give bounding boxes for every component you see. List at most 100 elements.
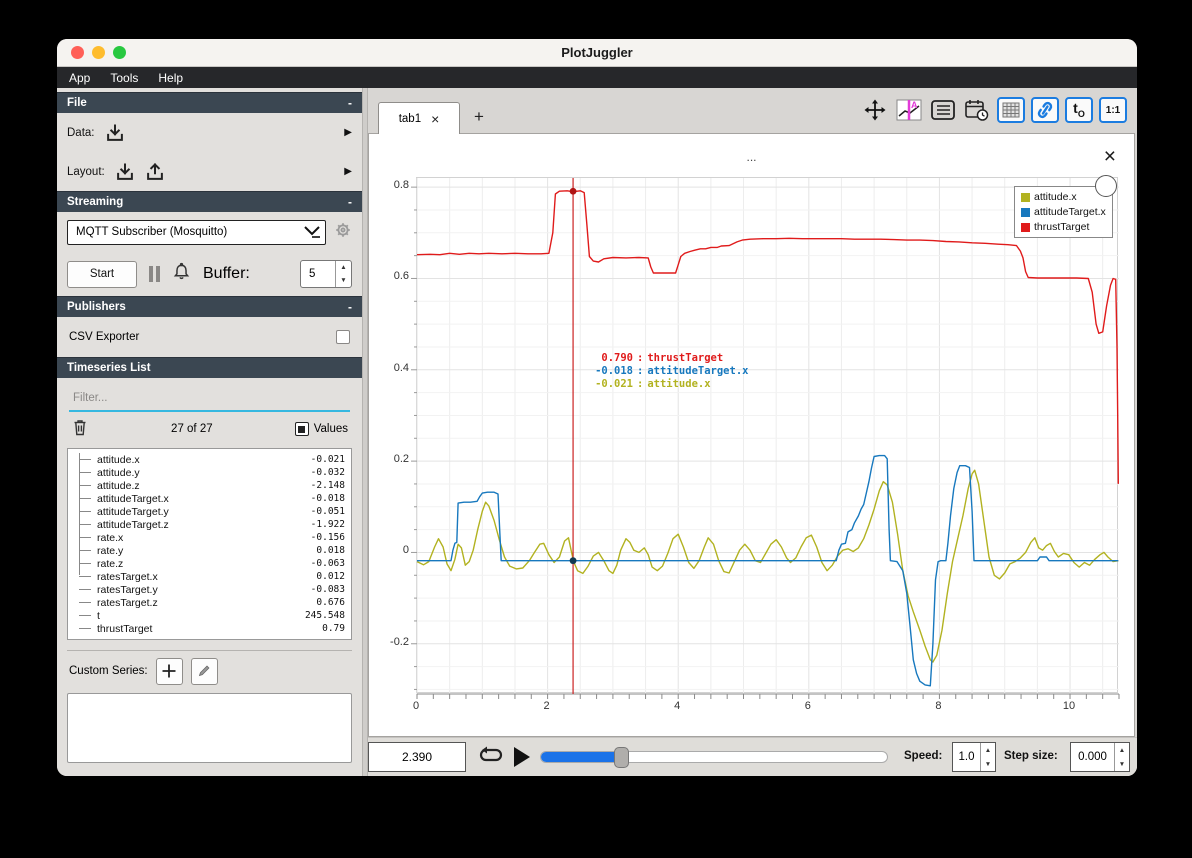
layout-menu-arrow-icon[interactable]: ▶ bbox=[344, 166, 352, 177]
list-item[interactable]: attitude.x -0.021 bbox=[68, 453, 345, 466]
legend-item[interactable]: attitude.x bbox=[1021, 191, 1106, 203]
list-item[interactable]: rate.x -0.156 bbox=[68, 531, 345, 544]
loop-icon[interactable] bbox=[478, 746, 504, 773]
spin-up-icon[interactable]: ▲ bbox=[336, 261, 351, 274]
publishers-section-header[interactable]: Publishers - bbox=[57, 296, 362, 317]
list-item[interactable]: attitude.z -2.148 bbox=[68, 479, 345, 492]
y-tick-label: 0.6 bbox=[393, 270, 409, 283]
grid-layout-icon[interactable] bbox=[997, 97, 1025, 123]
add-tab-button[interactable]: + bbox=[474, 107, 484, 127]
layout-load-icon[interactable] bbox=[115, 162, 135, 182]
tab-tab1[interactable]: tab1 × bbox=[378, 102, 460, 134]
spin-down-icon[interactable]: ▼ bbox=[1115, 757, 1129, 771]
pencil-icon bbox=[198, 665, 210, 677]
play-button[interactable] bbox=[514, 747, 530, 767]
list-item[interactable]: attitudeTarget.z -1.922 bbox=[68, 518, 345, 531]
list-item[interactable]: thrustTarget 0.79 bbox=[68, 622, 345, 635]
zoom-reset-circle[interactable] bbox=[1095, 175, 1117, 197]
values-label: Values bbox=[313, 423, 348, 435]
timeline-slider[interactable] bbox=[540, 747, 888, 768]
series-value: -1.922 bbox=[310, 519, 345, 530]
timeseries-section-header[interactable]: Timeseries List bbox=[57, 357, 362, 378]
values-checkbox[interactable] bbox=[294, 422, 309, 436]
layout-save-icon[interactable] bbox=[145, 162, 165, 182]
current-time-field[interactable]: 2.390 bbox=[368, 742, 466, 772]
list-item[interactable]: t 245.548 bbox=[68, 609, 345, 622]
list-item[interactable]: attitude.y -0.032 bbox=[68, 466, 345, 479]
list-item[interactable]: ratesTarget.x 0.012 bbox=[68, 570, 345, 583]
streaming-settings-gear-icon[interactable] bbox=[334, 221, 352, 244]
delete-trash-icon[interactable] bbox=[71, 418, 89, 440]
timeseries-list[interactable]: attitude.x -0.021 attitude.y -0.032 attitude… bbox=[67, 448, 352, 640]
add-custom-series-button[interactable] bbox=[155, 657, 183, 685]
list-item[interactable]: ratesTarget.y -0.083 bbox=[68, 583, 345, 596]
data-import-icon[interactable] bbox=[105, 123, 125, 143]
spin-down-icon[interactable]: ▼ bbox=[336, 274, 351, 287]
series-name: attitudeTarget.z bbox=[97, 518, 169, 531]
spin-up-icon[interactable]: ▲ bbox=[1115, 743, 1129, 757]
collapse-icon[interactable]: - bbox=[348, 96, 352, 110]
series-value: -0.051 bbox=[310, 506, 345, 517]
time-offset-icon[interactable]: tO bbox=[1065, 97, 1093, 123]
streaming-source-value: MQTT Subscriber (Mosquitto) bbox=[76, 226, 228, 238]
y-tick-label: 0 bbox=[402, 544, 409, 557]
series-value: 0.79 bbox=[322, 623, 345, 634]
pause-icon[interactable] bbox=[149, 266, 160, 282]
series-name: rate.z bbox=[97, 557, 124, 570]
spin-down-icon[interactable]: ▼ bbox=[981, 757, 995, 771]
streaming-source-select[interactable]: MQTT Subscriber (Mosquitto) bbox=[67, 219, 326, 245]
streaming-section-header[interactable]: Streaming - bbox=[57, 191, 362, 212]
series-name: rate.x bbox=[97, 531, 124, 544]
ratio-1-1-icon[interactable]: 1:1 bbox=[1099, 97, 1127, 123]
plot-canvas[interactable] bbox=[411, 177, 1120, 699]
series-value: 0.012 bbox=[316, 571, 345, 582]
zoom-area-icon[interactable]: A bbox=[895, 97, 923, 123]
series-name: ratesTarget.y bbox=[97, 583, 158, 596]
legend-list-icon[interactable] bbox=[929, 97, 957, 123]
legend-item[interactable]: attitudeTarget.x bbox=[1021, 206, 1106, 218]
list-item[interactable]: attitudeTarget.x -0.018 bbox=[68, 492, 345, 505]
menu-app[interactable]: App bbox=[69, 71, 90, 85]
plot-close-icon[interactable]: × bbox=[1104, 146, 1116, 167]
tree-branch bbox=[79, 550, 91, 551]
tree-branch bbox=[79, 498, 91, 499]
chevron-down-icon bbox=[304, 226, 320, 238]
list-item[interactable]: rate.z -0.063 bbox=[68, 557, 345, 570]
csv-exporter-checkbox[interactable] bbox=[336, 330, 350, 344]
edit-custom-series-button[interactable] bbox=[190, 657, 218, 685]
streaming-controls-row: Start Buffer: 5 ▲ ▼ bbox=[57, 252, 362, 296]
start-button[interactable]: Start bbox=[67, 260, 137, 288]
tree-branch bbox=[79, 589, 91, 590]
step-size-spinbox[interactable]: 0.000 ▲ ▼ bbox=[1070, 742, 1130, 772]
legend-label: attitudeTarget.x bbox=[1034, 206, 1106, 218]
tab-close-icon[interactable]: × bbox=[431, 112, 439, 126]
data-menu-arrow-icon[interactable]: ▶ bbox=[344, 127, 352, 138]
list-item[interactable]: rate.y 0.018 bbox=[68, 544, 345, 557]
plot-toolbar: A tO 1:1 bbox=[861, 97, 1127, 123]
notifications-bell-icon[interactable] bbox=[172, 262, 191, 286]
legend-label: thrustTarget bbox=[1034, 221, 1090, 233]
file-section-header[interactable]: File - bbox=[57, 92, 362, 113]
link-axes-icon[interactable] bbox=[1031, 97, 1059, 123]
collapse-icon[interactable]: - bbox=[348, 195, 352, 209]
menu-help[interactable]: Help bbox=[158, 71, 183, 85]
datetime-icon[interactable] bbox=[963, 97, 991, 123]
custom-series-list[interactable] bbox=[67, 693, 352, 763]
collapse-icon[interactable]: - bbox=[348, 300, 352, 314]
legend-item[interactable]: thrustTarget bbox=[1021, 221, 1106, 233]
speed-spinbox[interactable]: 1.0 ▲ ▼ bbox=[952, 742, 996, 772]
tracker-readout-line: -0.018: attitudeTarget.x bbox=[595, 365, 749, 377]
spin-up-icon[interactable]: ▲ bbox=[981, 743, 995, 757]
plot-widget[interactable]: ... × 0.8 0.6 0.4 0.2 0 -0.2 0 2 4 6 8 10 attitude… bbox=[368, 133, 1135, 737]
sidebar: File - Data: ▶ Layout: ▶ Streaming - MQT… bbox=[57, 88, 362, 776]
list-item[interactable]: attitudeTarget.y -0.051 bbox=[68, 505, 345, 518]
pan-arrows-icon[interactable] bbox=[861, 97, 889, 123]
series-value: 245.548 bbox=[304, 610, 345, 621]
list-item[interactable]: ratesTarget.z 0.676 bbox=[68, 596, 345, 609]
buffer-spinbox[interactable]: 5 ▲ ▼ bbox=[300, 260, 352, 288]
y-tick-label: -0.2 bbox=[390, 635, 409, 648]
series-name: t bbox=[97, 609, 100, 622]
menu-tools[interactable]: Tools bbox=[110, 71, 138, 85]
filter-input[interactable] bbox=[69, 388, 350, 412]
slider-handle[interactable] bbox=[613, 747, 629, 768]
